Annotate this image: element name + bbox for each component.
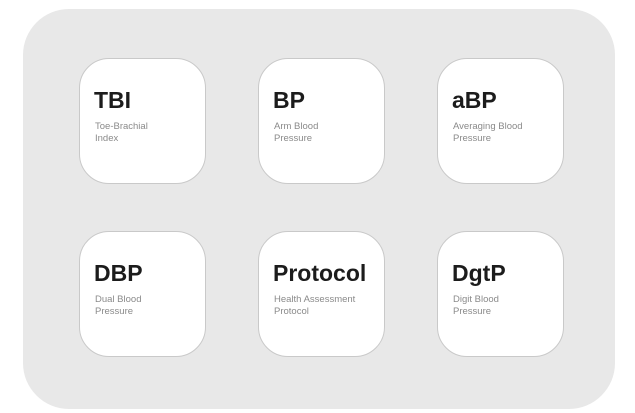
- mode-code: aBP: [452, 87, 497, 113]
- mode-description-line: Averaging Blood: [453, 121, 523, 132]
- mode-code: BP: [273, 87, 305, 113]
- mode-tile-abp[interactable]: aBP Averaging Blood Pressure: [437, 58, 564, 184]
- mode-description-line: Arm Blood: [274, 121, 319, 132]
- mode-description-line: Pressure: [274, 133, 313, 144]
- mode-tile-dgtp[interactable]: DgtP Digit Blood Pressure: [437, 231, 564, 357]
- mode-description: Health Assessment Protocol: [274, 294, 374, 318]
- mode-description-line: Index: [95, 133, 119, 144]
- mode-description: Arm Blood Pressure: [274, 121, 374, 145]
- mode-description-line: Health Assessment: [274, 294, 356, 305]
- mode-code: TBI: [94, 87, 132, 113]
- mode-code: DgtP: [452, 260, 506, 286]
- mode-description: Dual Blood Pressure: [95, 294, 195, 318]
- mode-description-line: Digit Blood: [453, 294, 499, 305]
- mode-description-line: Protocol: [274, 306, 309, 317]
- mode-description: Toe-Brachial Index: [95, 121, 195, 145]
- mode-description-line: Pressure: [95, 306, 134, 317]
- mode-description-line: Pressure: [453, 133, 492, 144]
- mode-description-line: Toe-Brachial: [95, 121, 148, 132]
- mode-description-line: Dual Blood: [95, 294, 142, 305]
- mode-description-line: Pressure: [453, 306, 492, 317]
- mode-code: DBP: [94, 260, 143, 286]
- mode-code: Protocol: [273, 260, 367, 286]
- mode-tile-bp[interactable]: BP Arm Blood Pressure: [258, 58, 385, 184]
- mode-selection-panel: TBI Toe-Brachial Index BP Arm Blood Pres…: [23, 9, 615, 409]
- mode-description: Averaging Blood Pressure: [453, 121, 553, 145]
- mode-tile-protocol[interactable]: Protocol Health Assessment Protocol: [258, 231, 385, 357]
- mode-description: Digit Blood Pressure: [453, 294, 553, 318]
- mode-tile-dbp[interactable]: DBP Dual Blood Pressure: [79, 231, 206, 357]
- mode-tile-tbi[interactable]: TBI Toe-Brachial Index: [79, 58, 206, 184]
